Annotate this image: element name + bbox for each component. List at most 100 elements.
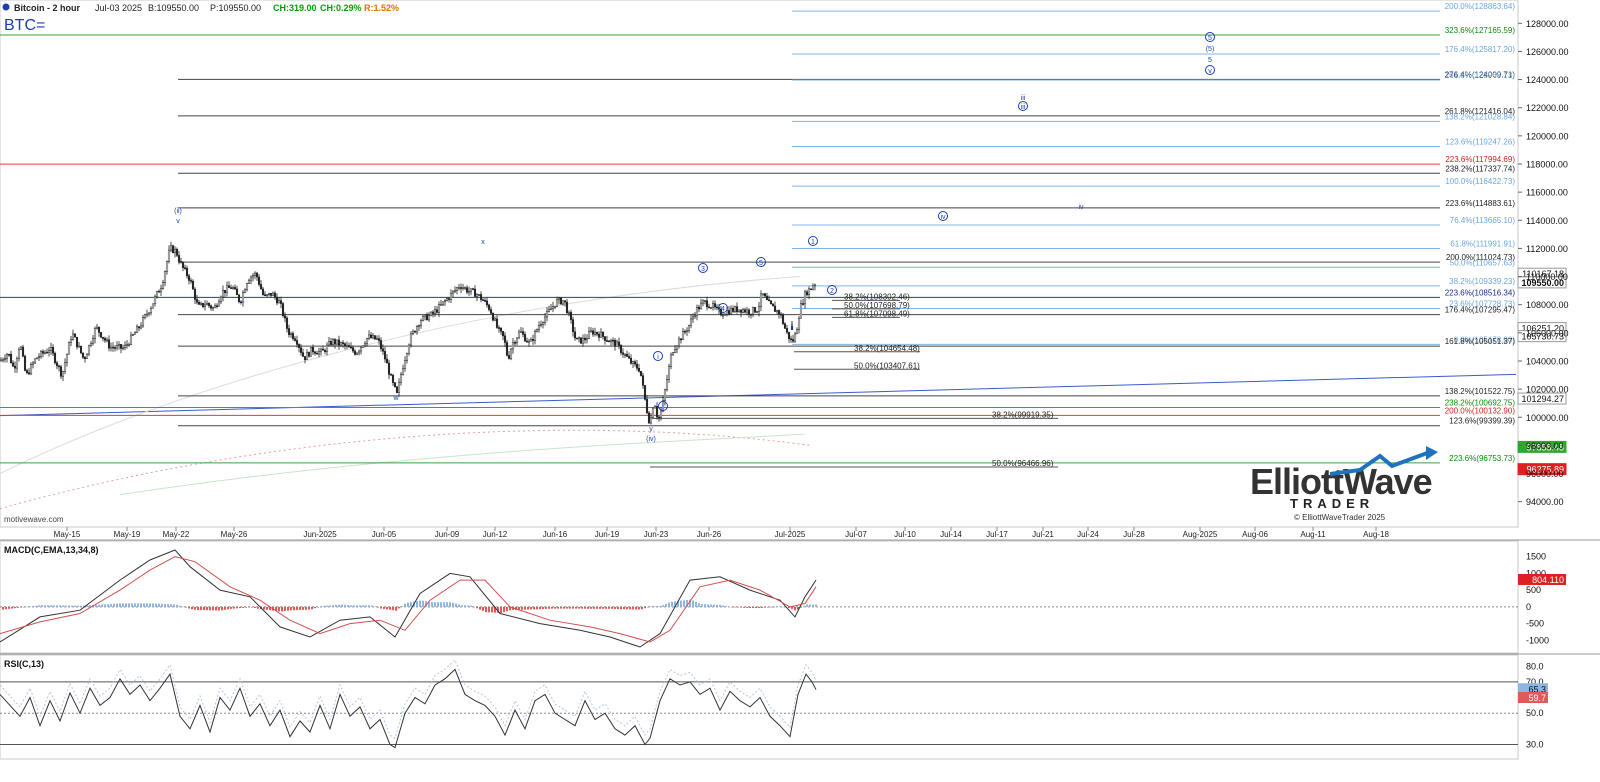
candle-body — [613, 340, 617, 347]
candle-body — [295, 340, 299, 345]
candle-body — [163, 271, 167, 283]
candle-body — [795, 329, 799, 335]
macd-histogram-bar — [392, 606, 394, 611]
candle-body — [279, 300, 283, 304]
candle-body — [361, 345, 365, 348]
candle-body — [39, 351, 43, 357]
rsi-value-label: 59.7 — [1528, 693, 1546, 703]
candle-body — [35, 357, 39, 360]
candle-body — [475, 294, 479, 297]
macd-histogram-bar — [323, 605, 325, 607]
time-tick-label: Jun-12 — [483, 530, 508, 539]
candle-body — [421, 315, 425, 321]
time-tick-label: Jul-2025 — [775, 530, 806, 539]
fib-level-label: 223.6%(108516.34) — [1445, 288, 1516, 297]
macd-histogram-bar — [281, 606, 283, 612]
candle-body — [701, 300, 705, 304]
wave-label: w — [392, 395, 399, 402]
candle-body — [651, 407, 655, 419]
candle-body — [445, 298, 449, 302]
macd-histogram-bar — [230, 606, 232, 609]
candle-body — [109, 346, 113, 349]
macd-histogram-bar — [410, 602, 412, 607]
candle-body — [785, 328, 789, 333]
price-axis[interactable]: 94000.00 96000.00 98000.00 100000.00 102000.… — [1518, 19, 1569, 507]
macd-histogram-bar — [599, 606, 601, 609]
candle-body — [443, 300, 447, 303]
candle-body — [197, 301, 201, 305]
candle-body — [489, 309, 493, 314]
candle-body — [275, 296, 279, 304]
wave-label: (iv) — [646, 436, 656, 443]
candle-body — [693, 315, 697, 318]
candle-body — [235, 288, 239, 296]
macd-histogram-bar — [50, 605, 52, 607]
candle-body — [71, 333, 75, 340]
candle-body — [371, 335, 375, 339]
candle-body — [427, 315, 431, 321]
macd-panel[interactable] — [0, 540, 1519, 654]
macd-histogram-bar — [173, 604, 175, 607]
candle-body — [115, 345, 119, 349]
candle-body — [735, 306, 739, 313]
macd-histogram-bar — [128, 603, 130, 607]
macd-histogram-bar — [794, 606, 796, 611]
candle-body — [299, 347, 303, 353]
time-axis[interactable]: May-15 May-19 May-22 May-26 Jun-2025 Jun-05 Ju… — [54, 527, 1390, 539]
macd-histogram-bar — [440, 602, 442, 607]
price-tick-label: 114000.00 — [1526, 216, 1568, 226]
macd-histogram-bar — [455, 603, 457, 607]
candle-body — [691, 316, 695, 320]
candle-body — [791, 339, 795, 342]
macd-histogram-bar — [89, 605, 91, 607]
price-tick-label: 112000.00 — [1526, 244, 1568, 254]
candle-body — [85, 353, 89, 360]
candle-body — [135, 326, 139, 333]
macd-histogram-bar — [8, 606, 10, 609]
macd-histogram-bar — [77, 605, 79, 607]
candle-body — [385, 358, 389, 364]
macd-histogram-bar — [185, 606, 187, 608]
candle-body — [705, 300, 709, 308]
macd-histogram-bar — [257, 606, 259, 609]
macd-histogram-bar — [116, 603, 118, 607]
macd-histogram-bar — [563, 606, 565, 609]
candle-body — [643, 385, 647, 400]
candle-body — [663, 389, 667, 401]
candle-body — [63, 362, 67, 372]
candle-body — [731, 308, 735, 312]
candle-body — [0, 359, 3, 362]
macd-histogram-bar — [782, 606, 784, 608]
candle-body — [727, 310, 731, 315]
candle-body — [185, 267, 189, 277]
chart-canvas[interactable]: 200.0%(128863.64)323.6%(127165.59)176.4%… — [0, 0, 1600, 782]
candle-body — [567, 312, 571, 314]
candle-body — [787, 331, 791, 339]
candle-body — [167, 249, 171, 262]
macd-histogram-bar — [158, 603, 160, 607]
candle-body — [619, 345, 623, 354]
rsi-tick-label: 50.0 — [1526, 708, 1544, 718]
candle-body — [51, 346, 55, 354]
macd-histogram-bar — [236, 606, 238, 609]
candle-body — [49, 346, 53, 351]
candle-body — [509, 348, 513, 359]
candle-body — [485, 300, 489, 306]
candle-body — [59, 366, 63, 377]
candle-body — [753, 307, 757, 313]
price-tick-label: 120000.00 — [1526, 131, 1569, 141]
macd-histogram-bar — [35, 605, 37, 607]
macd-histogram-bar — [458, 604, 460, 607]
candle-body — [637, 367, 641, 372]
candle-body — [521, 331, 525, 335]
macd-histogram-bar — [746, 606, 748, 608]
macd-histogram-bar — [350, 605, 352, 607]
macd-histogram-bar — [44, 605, 46, 607]
macd-histogram-bar — [191, 606, 193, 610]
candle-body — [491, 313, 495, 321]
candle-body — [715, 306, 719, 309]
candle-body — [319, 348, 323, 352]
fib-level-label: 223.6%(117994.69) — [1445, 155, 1515, 164]
macd-histogram-bar — [380, 606, 382, 609]
candle-body — [333, 339, 337, 345]
